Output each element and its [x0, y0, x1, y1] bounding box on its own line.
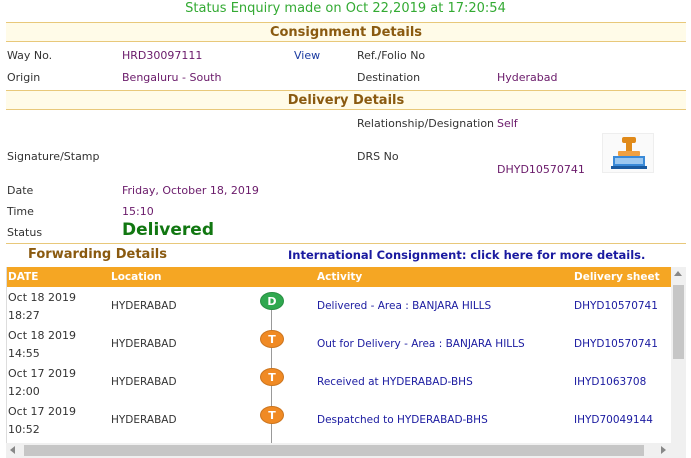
- transit-badge-icon: T: [260, 368, 284, 386]
- row-date: Oct 18 2019: [8, 329, 77, 342]
- table-row: Oct 17 2019 10:52 HYDERABAD T Despatched…: [7, 401, 672, 439]
- date-value: Friday, October 18, 2019: [122, 184, 259, 197]
- row-activity[interactable]: Despatched to HYDERABAD-BHS: [317, 414, 488, 426]
- status-enquiry-banner: Status Enquiry made on Oct 22,2019 at 17…: [185, 1, 506, 16]
- column-activity: Activity: [317, 271, 363, 283]
- horizontal-scrollbar[interactable]: [6, 443, 686, 458]
- row-location: HYDERABAD: [111, 338, 177, 350]
- destination-label: Destination: [357, 71, 421, 84]
- international-consignment-link[interactable]: International Consignment: click here fo…: [288, 248, 645, 262]
- way-no-label: Way No.: [7, 49, 53, 62]
- row-location: HYDERABAD: [111, 300, 177, 312]
- row-delivery-sheet[interactable]: IHYD1063708: [574, 376, 646, 388]
- row-delivery-sheet[interactable]: DHYD10570741: [574, 338, 658, 350]
- vertical-scroll-thumb[interactable]: [673, 285, 684, 359]
- drs-no-label: DRS No: [357, 150, 399, 163]
- origin-label: Origin: [7, 71, 41, 84]
- drs-no-value: DHYD10570741: [497, 163, 585, 176]
- row-time: 10:52: [8, 423, 40, 436]
- column-location: Location: [111, 271, 162, 283]
- row-time: 12:00: [8, 385, 40, 398]
- row-date: Oct 17 2019: [8, 367, 77, 380]
- row-delivery-sheet[interactable]: DHYD10570741: [574, 300, 658, 312]
- table-header: DATE Location Activity Delivery sheet: [7, 267, 672, 287]
- row-date: Oct 18 2019: [8, 291, 77, 304]
- section-divider: [6, 243, 686, 244]
- status-label: Status: [7, 226, 43, 239]
- forwarding-details-heading: Forwarding Details: [28, 247, 167, 262]
- time-label: Time: [7, 205, 34, 218]
- table-row: Oct 18 2019 18:27 HYDERABAD D Delivered …: [7, 287, 672, 325]
- transit-badge-icon: T: [260, 330, 284, 348]
- row-activity[interactable]: Out for Delivery - Area : BANJARA HILLS: [317, 338, 525, 350]
- destination-value: Hyderabad: [497, 71, 558, 84]
- delivered-badge-icon: D: [260, 292, 284, 310]
- row-location: HYDERABAD: [111, 414, 177, 426]
- view-link[interactable]: View: [294, 49, 320, 62]
- date-label: Date: [7, 184, 34, 197]
- origin-value: Bengaluru - South: [122, 71, 222, 84]
- signature-stamp-label: Signature/Stamp: [7, 150, 100, 163]
- row-time: 14:55: [8, 347, 40, 360]
- scroll-left-arrow-icon[interactable]: [10, 446, 15, 454]
- row-location: HYDERABAD: [111, 376, 177, 388]
- rubber-stamp-icon[interactable]: [602, 133, 654, 173]
- relationship-label: Relationship/Designation: [357, 117, 495, 130]
- time-value: 15:10: [122, 205, 154, 218]
- way-no-value: HRD30097111: [122, 49, 203, 62]
- row-date: Oct 17 2019: [8, 405, 77, 418]
- scroll-up-arrow-icon[interactable]: [674, 271, 682, 276]
- transit-badge-icon: T: [260, 406, 284, 424]
- table-row: Oct 17 2019 12:00 HYDERABAD T Received a…: [7, 363, 672, 401]
- consignment-details-heading: Consignment Details: [6, 22, 686, 42]
- status-value: Delivered: [122, 220, 214, 240]
- vertical-scrollbar[interactable]: [671, 267, 686, 443]
- column-date: DATE: [8, 271, 39, 283]
- ref-folio-label: Ref./Folio No: [357, 49, 426, 62]
- delivery-details-heading: Delivery Details: [6, 90, 686, 110]
- relationship-value: Self: [497, 117, 518, 130]
- row-activity[interactable]: Delivered - Area : BANJARA HILLS: [317, 300, 491, 312]
- column-delivery-sheet: Delivery sheet: [574, 271, 660, 283]
- row-delivery-sheet[interactable]: IHYD70049144: [574, 414, 653, 426]
- table-row: Oct 18 2019 14:55 HYDERABAD T Out for De…: [7, 325, 672, 363]
- horizontal-scroll-thumb[interactable]: [24, 445, 644, 456]
- row-time: 18:27: [8, 309, 40, 322]
- scroll-right-arrow-icon[interactable]: [661, 446, 666, 454]
- forwarding-table: DATE Location Activity Delivery sheet Oc…: [6, 267, 686, 458]
- row-activity[interactable]: Received at HYDERABAD-BHS: [317, 376, 473, 388]
